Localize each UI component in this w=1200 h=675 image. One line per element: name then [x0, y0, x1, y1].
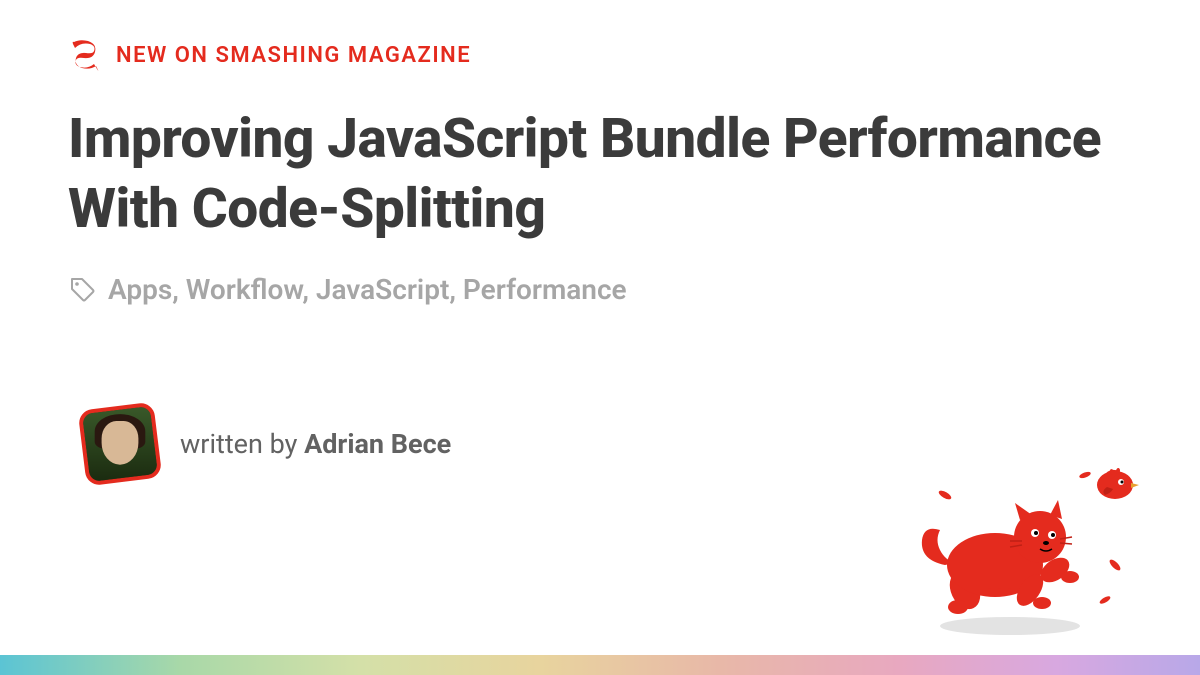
mascot-illustration — [890, 445, 1170, 645]
tag-icon — [68, 275, 96, 303]
author-avatar — [78, 401, 163, 486]
mascot-shadow — [940, 617, 1080, 635]
tags-list: Apps, Workflow, JavaScript, Performance — [108, 273, 627, 306]
header: NEW ON SMASHING MAGAZINE — [0, 0, 1200, 72]
smashing-logo-icon — [68, 38, 102, 72]
tags-row: Apps, Workflow, JavaScript, Performance — [0, 245, 1200, 306]
footer-gradient-bar — [0, 655, 1200, 675]
author-name: Adrian Bece — [304, 428, 451, 460]
author-byline: written by Adrian Bece — [180, 428, 451, 460]
article-title: Improving JavaScript Bundle Performance … — [0, 72, 1200, 245]
written-by-label: written by — [180, 428, 304, 460]
kicker-text: NEW ON SMASHING MAGAZINE — [116, 43, 471, 68]
